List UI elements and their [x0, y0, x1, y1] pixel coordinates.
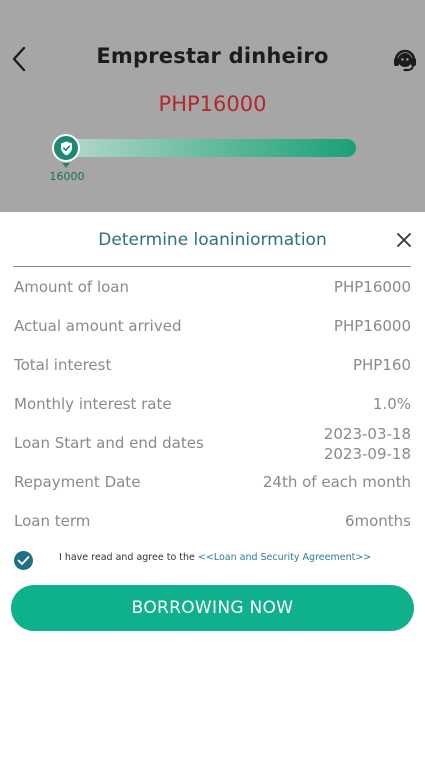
loan-end-date: 2023-09-18: [323, 445, 411, 463]
amount-slider-track[interactable]: [62, 139, 356, 157]
agreement-label: I have read and agree to the: [59, 552, 195, 563]
row-label: Loan term: [14, 512, 91, 530]
agreement-link[interactable]: <<Loan and Security Agreement>>: [198, 552, 371, 563]
slider-pointer: [62, 163, 70, 168]
row-label: Loan Start and end dates: [14, 434, 204, 452]
loan-amount-display: PHP16000: [158, 92, 267, 116]
row-total-interest: Total interest PHP160: [14, 356, 411, 380]
row-value: 24th of each month: [262, 473, 411, 491]
row-value: 2023-03-18 2023-09-18: [324, 424, 411, 464]
row-actual-amount: Actual amount arrived PHP16000: [14, 317, 411, 341]
close-icon[interactable]: [395, 231, 413, 249]
row-value: PHP16000: [333, 278, 411, 296]
agreement-text: I have read and agree to the <<Loan and …: [59, 552, 371, 563]
row-value: PHP16000: [333, 317, 411, 335]
borrowing-now-button[interactable]: BORROWING NOW: [11, 585, 414, 631]
headset-icon[interactable]: [391, 45, 419, 73]
row-label: Amount of loan: [14, 278, 129, 296]
shield-check-icon: [61, 141, 72, 156]
agreement-checkbox[interactable]: [14, 551, 33, 570]
sheet-title: Determine loaniniormation: [98, 230, 327, 250]
row-label: Repayment Date: [14, 473, 141, 491]
row-value: 6months: [344, 512, 411, 530]
row-label: Actual amount arrived: [14, 317, 182, 335]
loan-start-date: 2023-03-18: [323, 425, 411, 443]
row-amount-of-loan: Amount of loan PHP16000: [14, 278, 411, 302]
row-label: Total interest: [14, 356, 112, 374]
row-value: PHP160: [352, 356, 411, 374]
slider-value-label: 16000: [49, 170, 85, 183]
loan-info-sheet: Determine loaniniormation Amount of loan…: [0, 212, 425, 775]
page-title: Emprestar dinheiro: [96, 44, 329, 68]
row-repayment-date: Repayment Date 24th of each month: [14, 473, 411, 497]
checkmark-icon: [17, 556, 30, 565]
row-value: 1.0%: [372, 395, 411, 413]
amount-slider-handle[interactable]: [52, 134, 80, 162]
row-loan-dates: Loan Start and end dates 2023-03-18 2023…: [14, 425, 411, 463]
divider: [13, 266, 411, 267]
row-label: Monthly interest rate: [14, 395, 172, 413]
row-loan-term: Loan term 6months: [14, 512, 411, 536]
row-monthly-interest-rate: Monthly interest rate 1.0%: [14, 395, 411, 419]
